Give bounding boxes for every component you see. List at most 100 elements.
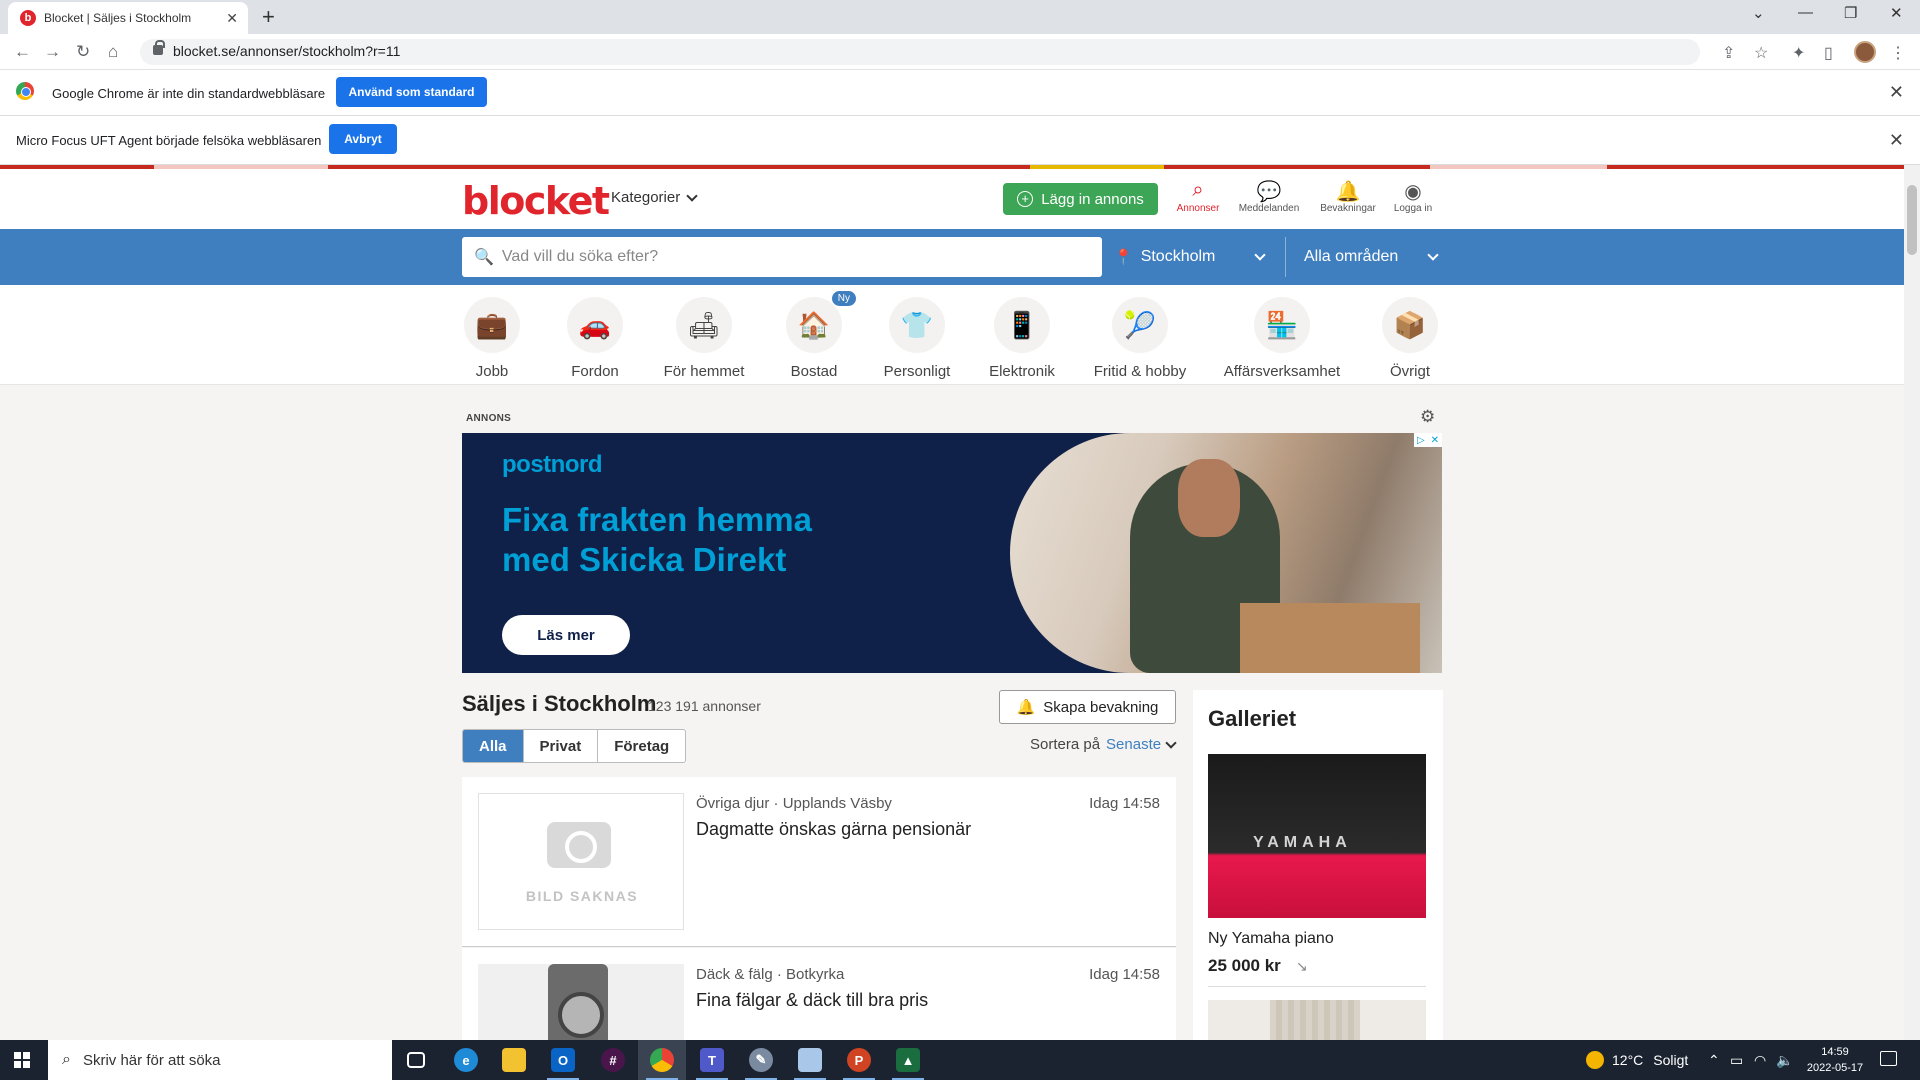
restore-icon[interactable]: ❐: [1844, 4, 1857, 22]
taskbar-explorer[interactable]: [490, 1040, 538, 1080]
search-box[interactable]: 🔍: [462, 237, 1102, 277]
search-icon: ⌕: [62, 1051, 71, 1068]
profile-avatar[interactable]: [1854, 41, 1876, 63]
side-panel-icon[interactable]: ▯: [1824, 43, 1833, 63]
postnord-ad-banner[interactable]: postnord Fixa frakten hemma med Skicka D…: [462, 433, 1442, 673]
tab-search-icon[interactable]: ⌄: [1752, 4, 1765, 22]
windows-start-icon[interactable]: [14, 1052, 30, 1068]
taskbar-powerpoint[interactable]: P: [835, 1040, 883, 1080]
area-select[interactable]: Alla områden: [1285, 237, 1445, 277]
chat-icon: 💬: [1256, 181, 1282, 203]
address-url[interactable]: blocket.se/annonser/stockholm?r=11: [173, 43, 400, 59]
task-view-button[interactable]: [392, 1040, 440, 1080]
category-label: Personligt: [883, 363, 951, 380]
location-select[interactable]: 📍 Stockholm: [1108, 237, 1278, 277]
taskbar-azure[interactable]: ▲: [884, 1040, 932, 1080]
gallery-item-name[interactable]: Ny Yamaha piano: [1208, 930, 1334, 948]
taskbar-app[interactable]: [786, 1040, 834, 1080]
category-label: Övrigt: [1389, 363, 1430, 380]
gallery-item-image[interactable]: [1208, 1000, 1426, 1040]
tab-private[interactable]: Privat: [524, 730, 599, 762]
share-icon[interactable]: ⇪: [1722, 43, 1735, 63]
blocket-logo[interactable]: blocket: [462, 179, 610, 223]
category-fritid-hobby[interactable]: 🎾 Fritid & hobby: [1090, 297, 1190, 380]
notification-icon[interactable]: [1880, 1051, 1897, 1066]
read-more-button[interactable]: Läs mer: [502, 615, 630, 655]
listing-title[interactable]: Dagmatte önskas gärna pensionär: [696, 819, 971, 840]
taskbar-slack[interactable]: #: [589, 1040, 637, 1080]
listing-item[interactable]: BILD SAKNAS Övriga djur · Upplands Väsby…: [462, 777, 1176, 947]
chevron-down-icon: [1165, 736, 1177, 749]
search-band: 🔍 📍 Stockholm Alla områden: [0, 229, 1904, 285]
wifi-icon[interactable]: ◠: [1754, 1040, 1766, 1080]
bookmark-star-icon[interactable]: ☆: [1754, 43, 1768, 63]
category-personligt[interactable]: 👕 Personligt: [876, 297, 958, 380]
back-icon[interactable]: ←: [14, 42, 31, 62]
categories-menu[interactable]: Kategorier: [611, 189, 698, 206]
outlook-icon: O: [551, 1048, 575, 1072]
set-default-button[interactable]: Använd som standard: [336, 77, 487, 107]
curtain-image: [1270, 1000, 1360, 1040]
nav-login-label: Logga in: [1393, 203, 1433, 214]
taskbar-edge[interactable]: e: [442, 1040, 490, 1080]
category-fordon[interactable]: 🚗 Fordon: [560, 297, 630, 380]
close-tab-icon[interactable]: ✕: [226, 10, 238, 27]
weather-widget[interactable]: 12°C Soligt: [1586, 1040, 1688, 1080]
home-icon[interactable]: ⌂: [108, 42, 118, 62]
window-close-icon[interactable]: ✕: [1890, 4, 1903, 22]
listing-image[interactable]: [478, 964, 684, 1040]
taskbar-teams[interactable]: T: [688, 1040, 736, 1080]
nav-messages[interactable]: 💬 Meddelanden: [1234, 179, 1304, 214]
category-bostad[interactable]: 🏠 Ny Bostad: [784, 291, 856, 380]
taskbar-chrome[interactable]: [638, 1040, 686, 1080]
ad-headline-line2: med Skicka Direkt: [502, 541, 787, 578]
area-value: Alla områden: [1304, 248, 1399, 265]
search-input[interactable]: [501, 248, 1082, 266]
new-tab-icon[interactable]: +: [262, 4, 275, 30]
nav-login[interactable]: ◉ Logga in: [1378, 179, 1448, 214]
tray-chevron-icon[interactable]: ⌃: [1708, 1040, 1720, 1080]
infobar-close-icon[interactable]: ✕: [1889, 82, 1904, 103]
infobar-close-icon[interactable]: ✕: [1889, 130, 1904, 151]
category-affarsverksamhet[interactable]: 🏪 Affärsverksamhet: [1222, 297, 1342, 380]
listing-title[interactable]: Fina fälgar & däck till bra pris: [696, 990, 928, 1011]
listing-image-placeholder[interactable]: BILD SAKNAS: [478, 793, 684, 930]
menu-kebab-icon[interactable]: ⋮: [1890, 43, 1906, 63]
scrollbar-thumb[interactable]: [1907, 185, 1917, 255]
house-icon: 🏠 Ny: [786, 291, 856, 353]
nav-ads[interactable]: ⌕ Annonser: [1163, 179, 1233, 214]
tab-company[interactable]: Företag: [598, 730, 685, 762]
extensions-icon[interactable]: ✦: [1792, 43, 1805, 63]
category-jobb[interactable]: 💼 Jobb: [462, 297, 522, 380]
taskbar-search[interactable]: ⌕ Skriv här för att söka: [48, 1040, 392, 1080]
chevron-down-icon: [1254, 249, 1266, 261]
volume-icon[interactable]: 🔈: [1776, 1040, 1793, 1080]
reload-icon[interactable]: ↻: [76, 42, 90, 62]
taskbar-clock[interactable]: 14:59 2022-05-17: [1797, 1044, 1873, 1076]
taskbar-uft[interactable]: ✎: [737, 1040, 785, 1080]
post-ad-button[interactable]: + Lägg in annons: [1003, 183, 1158, 215]
category-for-hemmet[interactable]: 🛋 För hemmet: [660, 297, 748, 380]
tab-all[interactable]: Alla: [463, 730, 524, 762]
gear-icon[interactable]: ⚙: [1420, 407, 1435, 427]
page-scrollbar[interactable]: [1904, 165, 1920, 1040]
category-ovrigt[interactable]: 📦 Övrigt: [1378, 297, 1442, 380]
sort-select[interactable]: Sortera på Senaste: [1030, 736, 1177, 753]
create-watch-button[interactable]: 🔔 Skapa bevakning: [999, 690, 1176, 724]
nav-watches[interactable]: 🔔 Bevakningar: [1313, 179, 1383, 214]
forward-icon[interactable]: →: [44, 42, 61, 62]
page-viewport: blocket Kategorier + Lägg in annons ⌕ An…: [0, 165, 1904, 1040]
minimize-icon[interactable]: —: [1798, 4, 1813, 21]
battery-icon[interactable]: ▭: [1730, 1040, 1743, 1080]
listing-item[interactable]: Däck & fälg · Botkyrka Idag 14:58 Fina f…: [462, 948, 1176, 1040]
gallery-item-image[interactable]: YAMAHA: [1208, 754, 1426, 918]
category-elektronik[interactable]: 📱 Elektronik: [984, 297, 1060, 380]
blocket-favicon: b: [20, 10, 36, 26]
phone-icon: 📱: [994, 297, 1050, 353]
browser-tab[interactable]: b Blocket | Säljes i Stockholm ✕: [8, 2, 248, 34]
tab-title: Blocket | Säljes i Stockholm: [44, 11, 192, 25]
nav-watches-label: Bevakningar: [1320, 203, 1376, 214]
taskbar-outlook[interactable]: O: [539, 1040, 587, 1080]
adchoices-icon[interactable]: ▷ ✕: [1414, 433, 1442, 447]
cancel-debug-button[interactable]: Avbryt: [329, 124, 397, 154]
